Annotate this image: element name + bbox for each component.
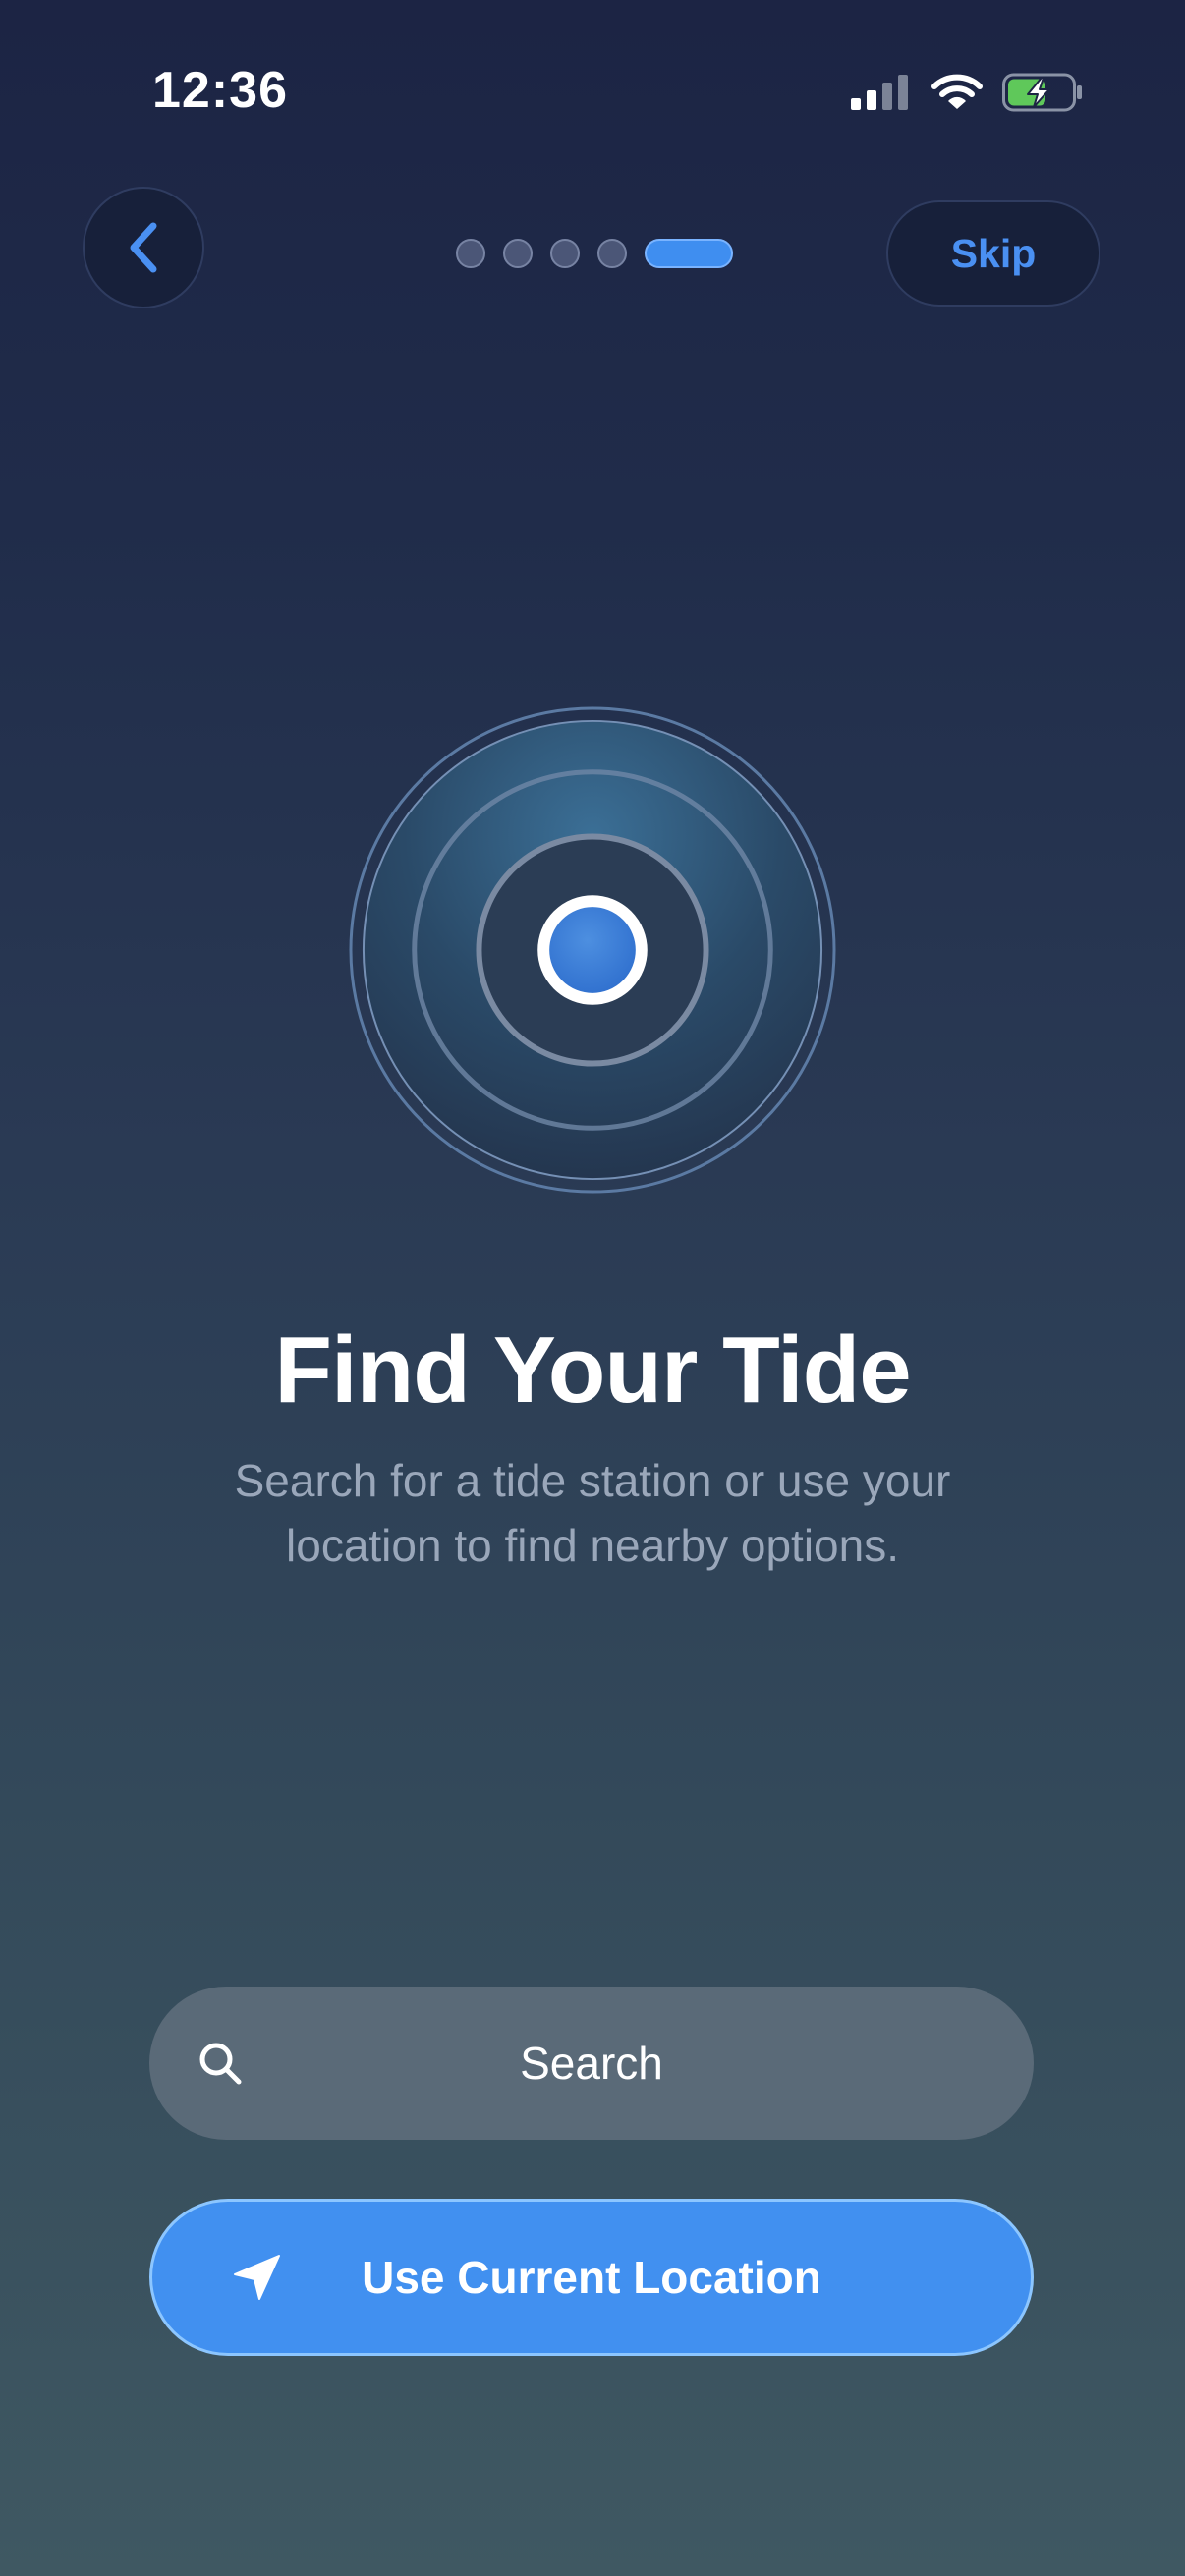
location-arrow-icon — [234, 2255, 280, 2300]
skip-label: Skip — [950, 230, 1037, 276]
page-dot-active — [645, 239, 733, 268]
battery-charging-icon — [1002, 73, 1082, 112]
skip-button[interactable]: Skip — [886, 200, 1100, 307]
status-time: 12:36 — [152, 62, 288, 119]
location-target-icon — [349, 706, 836, 1194]
page-dot-4 — [597, 239, 627, 268]
wifi-icon — [931, 74, 983, 109]
subtitle-line-1: Search for a tide station or use your — [234, 1455, 951, 1506]
page-indicator — [456, 238, 733, 269]
page-dot-2 — [503, 239, 533, 268]
back-button[interactable] — [83, 187, 204, 308]
search-label: Search — [520, 2038, 663, 2089]
page-subtitle: Search for a tide station or use your lo… — [147, 1448, 1038, 1578]
subtitle-line-2: location to find nearby options. — [286, 1520, 899, 1571]
page-title: Find Your Tide — [274, 1317, 911, 1423]
cellular-signal-icon — [851, 75, 908, 110]
status-bar: 12:36 — [0, 0, 1185, 196]
use-current-location-button[interactable]: Use Current Location — [149, 2199, 1034, 2356]
status-icons — [851, 73, 1083, 112]
chevron-left-icon — [130, 222, 157, 273]
search-icon — [199, 2043, 242, 2085]
page-dot-1 — [456, 239, 485, 268]
use-current-location-label: Use Current Location — [362, 2252, 821, 2303]
search-button[interactable]: Search — [149, 1987, 1034, 2140]
page-dot-3 — [550, 239, 580, 268]
